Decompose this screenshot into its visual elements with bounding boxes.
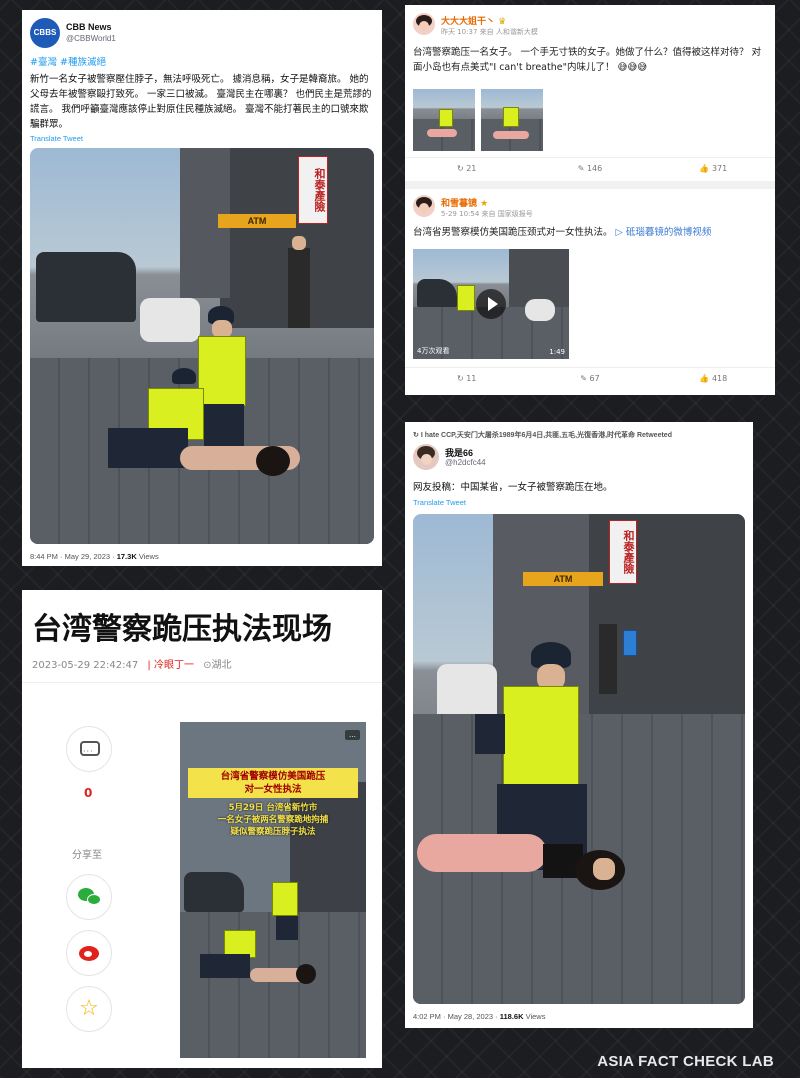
video-caption-line4: 一名女子被两名警察跪地拘捕 [217, 815, 329, 825]
tweet-time[interactable]: 8:44 PM · May 29, 2023 · [30, 552, 117, 561]
repost-icon: ↻ [456, 164, 464, 173]
retweet-meta: 4:02 PM · May 28, 2023 · 118.6K Views [413, 1012, 545, 1021]
weibo-post1-meta: 昨天 10:37 来自 人和谐新大模 [441, 28, 538, 36]
retweet-views-count: 118.6K [499, 1012, 524, 1021]
weibo-posts-card: 大大大姐干丶 ♛ 昨天 10:37 来自 人和谐新大模 台湾警察跪压一名女子。 … [405, 5, 775, 395]
atm-sign: ATM [523, 572, 603, 586]
video-caption-box: 台湾省警察模仿美国跪压 对一女性执法 [188, 768, 358, 798]
like-count: 418 [711, 374, 728, 383]
cbbs-logo-text: CBBS [33, 28, 57, 37]
translate-tweet-link[interactable]: Translate Tweet [413, 498, 466, 507]
article-datetime: 2023-05-29 22:42:47 [32, 660, 139, 671]
weibo-post2-body: 台湾省男警察模仿美国跪压颈式对一女性执法。 [413, 227, 613, 238]
comment-count: 0 [84, 786, 93, 800]
tweet-author-name[interactable]: CBB News [66, 22, 112, 32]
weibo-post2-meta: 5-29 10:54 来自 国家级报号 [441, 210, 533, 218]
comment-button[interactable]: ··· [66, 726, 112, 772]
tweet-views-label: Views [136, 552, 159, 561]
weibo-post1-body: 台湾警察跪压一名女子。 一个手无寸铁的女子。她做了什么？值得被这样对待？ 对面小… [413, 47, 762, 73]
cbb-tweet-card: CBBS CBB News @CBBWorld1 #臺灣 #種族滅絕 新竹一名女… [22, 10, 382, 566]
retweet-header: ↻ I hate CCP,天安门大屠杀1989年6月4日,共匪,五毛,光復香港,… [413, 430, 747, 440]
retweet-body: 网友投稿：中国某省，一女子被警察跪压在地。 [413, 482, 613, 493]
share-label: 分享至 [72, 850, 102, 861]
crown-badge-icon: ♛ [498, 17, 507, 27]
article-video[interactable]: … 台湾省警察模仿美国跪压 对一女性执法 5月29日 台湾省新竹市 一名女子被两… [180, 722, 366, 1058]
repost-count: 21 [466, 164, 477, 173]
star-icon: ☆ [79, 996, 99, 1021]
star-badge-icon: ★ [480, 199, 489, 209]
favorite-share-button[interactable]: ☆ [66, 986, 112, 1032]
weibo-post1-image1[interactable] [413, 89, 475, 151]
video-caption-line3: 5月29日 台湾省新竹市 [228, 803, 318, 813]
retweet-time[interactable]: 4:02 PM · May 28, 2023 · [413, 1012, 500, 1021]
article-title: 台湾警察跪压执法现场 [32, 612, 332, 647]
comment-icon: ✎ [577, 164, 585, 173]
weibo-post-divider [405, 181, 775, 189]
video-source-badge: … [345, 730, 360, 740]
retweet-author-handle[interactable]: @h2dcfc44 [445, 458, 486, 467]
article-meta: 2023-05-29 22:42:47 | 冷眼丁一 ⊙湖北 [32, 660, 232, 671]
tweet-hashtags[interactable]: #臺灣 #種族滅絕 [30, 54, 106, 68]
article-location: 湖北 [211, 660, 232, 671]
video-caption-line2: 对一女性执法 [244, 784, 302, 795]
retweet-card: ↻ I hate CCP,天安门大屠杀1989年6月4日,共匪,五毛,光復香港,… [405, 422, 753, 1028]
weibo-post1-emoji: 😅😅😅 [617, 62, 648, 73]
like-icon: 👍 [699, 374, 710, 383]
comment-icon: ✎ [580, 374, 587, 383]
atm-sign: ATM [218, 214, 296, 228]
weibo-user2-name[interactable]: 和雪暮镜 ★ [441, 196, 488, 209]
tweet-photo[interactable]: 和泰產險 ATM [30, 148, 374, 544]
retweet-photo[interactable]: 和泰產險 ATM [413, 514, 745, 1004]
weibo-post1-text: 台湾警察跪压一名女子。 一个手无寸铁的女子。她做了什么？值得被这样对待？ 对面小… [413, 45, 765, 75]
like-count: 371 [711, 164, 728, 173]
tweet-views-count: 17.3K [116, 552, 137, 561]
weibo-video-link[interactable]: ▷ 砥瑙暮镜的微博视频 [616, 227, 712, 238]
article-divider [22, 682, 382, 683]
weibo-post1-comment-button[interactable]: ✎ 146 [528, 158, 651, 179]
weibo-post2-like-button[interactable]: 👍 418 [652, 368, 775, 389]
weibo-post2-comment-button[interactable]: ✎ 67 [528, 368, 651, 389]
translate-tweet-link[interactable]: Translate Tweet [30, 134, 83, 143]
retweet-author-avatar[interactable] [413, 444, 439, 470]
comment-count: 67 [589, 374, 600, 383]
retweet-icon: ↻ [413, 432, 419, 439]
video-views-label: 4万次观看 [417, 347, 450, 355]
asia-fact-check-lab-watermark: ASIA FACT CHECK LAB [597, 1053, 774, 1070]
storefront-sign: 和泰產險 [298, 156, 328, 224]
tweet-meta: 8:44 PM · May 29, 2023 · 17.3K Views [30, 552, 159, 561]
video-duration: 1:49 [549, 348, 565, 356]
weibo-post2-repost-button[interactable]: ↻ 11 [405, 368, 528, 389]
weibo-user2-name-text: 和雪暮镜 [441, 199, 478, 209]
weibo-user1-avatar[interactable] [413, 13, 435, 35]
weibo-post2-video[interactable]: 4万次观看 1:49 [413, 249, 569, 359]
tweet-author-handle[interactable]: @CBBWorld1 [66, 34, 116, 43]
play-icon[interactable] [476, 289, 506, 319]
video-caption-line5: 疑似警察跪压脖子执法 [230, 827, 316, 837]
weibo-post2-actions: ↻ 11 ✎ 67 👍 418 [405, 367, 775, 389]
comment-count: 146 [586, 164, 603, 173]
weibo-post1-image2[interactable] [481, 89, 543, 151]
storefront-sign: 和泰產險 [609, 520, 637, 584]
like-icon: 👍 [699, 164, 710, 173]
weibo-user2-avatar[interactable] [413, 195, 435, 217]
repost-count: 11 [466, 374, 477, 383]
article-author[interactable]: 冷眼丁一 [154, 660, 194, 671]
location-pin-icon: ⊙ [203, 660, 212, 671]
weibo-post2-text: 台湾省男警察模仿美国跪压颈式对一女性执法。 ▷ 砥瑙暮镜的微博视频 [413, 225, 765, 240]
video-caption-line1: 台湾省警察模仿美国跪压 [220, 771, 326, 782]
weibo-post1-repost-button[interactable]: ↻ 21 [405, 158, 528, 179]
repost-icon: ↻ [456, 374, 464, 383]
article-card: 台湾警察跪压执法现场 2023-05-29 22:42:47 | 冷眼丁一 ⊙湖… [22, 590, 382, 1068]
tweet-body: 新竹一名女子被警察壓住脖子，無法呼吸死亡。 據消息稱，女子是韓裔旅。 她的父母去… [30, 74, 372, 130]
weibo-user1-name-text: 大大大姐干丶 [441, 17, 496, 27]
cbbs-avatar[interactable]: CBBS [30, 18, 60, 48]
weibo-post1-like-button[interactable]: 👍 371 [652, 158, 775, 179]
retweet-text[interactable]: I hate CCP,天安门大屠杀1989年6月4日,共匪,五毛,光復香港,时代… [421, 432, 672, 439]
video-subtitle-box: 5月29日 台湾省新竹市 一名女子被两名警察跪地拘捕 疑似警察跪压脖子执法 [194, 802, 352, 838]
weibo-share-button[interactable] [66, 930, 112, 976]
wechat-share-button[interactable] [66, 874, 112, 920]
retweet-views-label: Views [523, 1012, 546, 1021]
weibo-post1-actions: ↻ 21 ✎ 146 👍 371 [405, 157, 775, 179]
weibo-user1-name[interactable]: 大大大姐干丶 ♛ [441, 14, 506, 27]
